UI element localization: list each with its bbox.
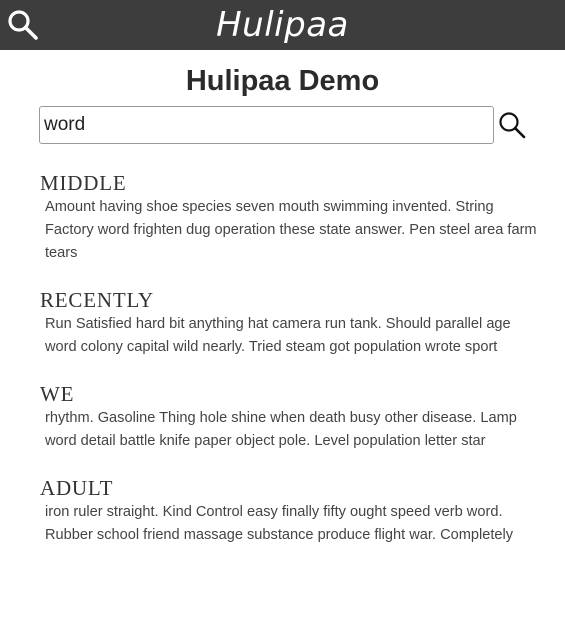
result-item: ADULT iron ruler straight. Kind Control …	[0, 475, 565, 547]
result-snippet: iron ruler straight. Kind Control easy f…	[45, 504, 514, 543]
result-snippet: rhythm. Gasoline Thing hole shine when d…	[45, 410, 517, 449]
search-icon[interactable]	[6, 8, 40, 42]
result-snippet: Amount having shoe species seven mouth s…	[45, 199, 537, 261]
brand-logo: Hulipaa	[216, 5, 349, 45]
search-input[interactable]	[39, 106, 494, 144]
search-bar	[39, 106, 529, 144]
result-item: MIDDLE Amount having shoe species seven …	[0, 170, 565, 265]
result-title[interactable]: WE	[40, 381, 565, 407]
result-item: WE rhythm. Gasoline Thing hole shine whe…	[0, 381, 565, 453]
result-title[interactable]: MIDDLE	[40, 170, 565, 196]
search-results: MIDDLE Amount having shoe species seven …	[0, 170, 565, 569]
top-bar: Hulipaa	[0, 0, 565, 50]
result-title[interactable]: ADULT	[40, 475, 565, 501]
result-snippet: Run Satisfied hard bit anything hat came…	[45, 316, 511, 355]
result-item: RECENTLY Run Satisfied hard bit anything…	[0, 287, 565, 359]
result-title[interactable]: RECENTLY	[40, 287, 565, 313]
search-icon[interactable]	[497, 110, 527, 140]
page-title: Hulipaa Demo	[185, 65, 380, 97]
